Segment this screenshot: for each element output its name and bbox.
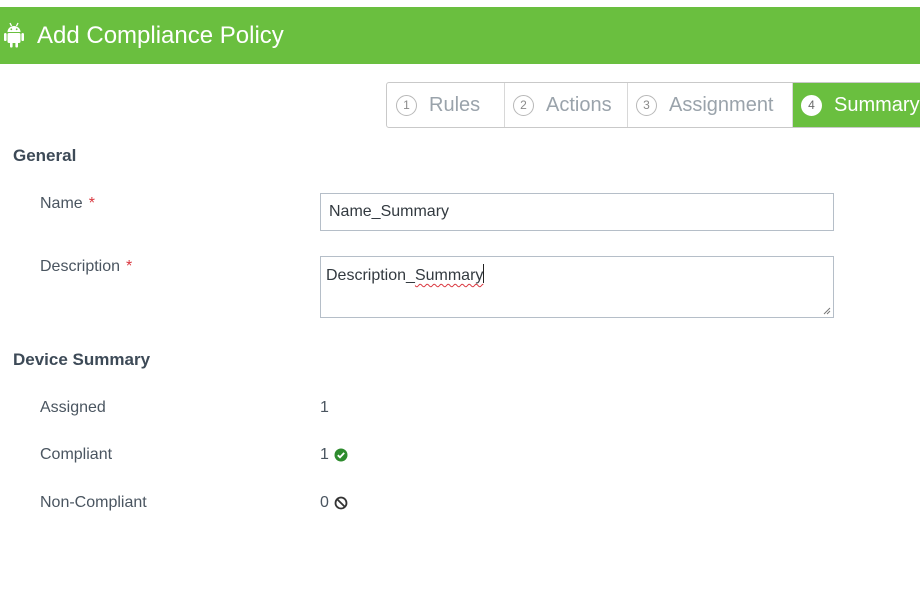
required-marker: *: [126, 258, 133, 275]
non-compliant-count: 0: [320, 494, 329, 511]
non-compliant-value: 0: [320, 494, 348, 512]
dialog-header: Add Compliance Policy: [0, 7, 920, 64]
step-label: Actions: [546, 93, 612, 116]
step-label: Summary: [834, 93, 920, 116]
name-field-value: Name_Summary: [329, 203, 450, 220]
step-number: 2: [513, 94, 534, 116]
compliant-count: 1: [320, 446, 329, 463]
non-compliant-label: Non-Compliant: [40, 494, 147, 511]
required-marker: *: [88, 195, 95, 212]
dialog-title: Add Compliance Policy: [37, 22, 284, 49]
misspelled-word: Summary: [414, 267, 484, 284]
step-label: Rules: [429, 93, 481, 116]
description-label: Description *: [40, 258, 132, 276]
step-summary[interactable]: 4 Summary: [793, 83, 920, 127]
description-label-text: Description: [40, 258, 121, 275]
prohibited-icon: [334, 496, 348, 510]
step-number: 3: [636, 94, 657, 116]
assigned-count: 1: [320, 399, 329, 416]
assigned-label: Assigned: [40, 399, 106, 416]
name-field[interactable]: Name_Summary: [320, 193, 834, 231]
assigned-value: 1: [320, 399, 329, 417]
name-label-text: Name: [40, 195, 83, 212]
description-field[interactable]: Description_Summary: [320, 256, 834, 318]
android-icon: [4, 22, 24, 48]
step-number: 4: [801, 94, 822, 116]
top-strip: [0, 0, 920, 7]
step-number: 1: [396, 94, 417, 116]
section-title-device-summary: Device Summary: [13, 350, 151, 369]
wizard-stepper: 1 Rules 2 Actions 3 Assignment 4 Summary: [386, 82, 920, 128]
check-circle-icon: [334, 448, 348, 462]
name-label: Name *: [40, 195, 95, 213]
step-label: Assignment: [669, 93, 774, 116]
compliant-value: 1: [320, 446, 348, 464]
step-rules[interactable]: 1 Rules: [387, 83, 505, 127]
resize-handle-icon[interactable]: [823, 307, 831, 315]
compliant-label: Compliant: [40, 446, 113, 463]
text-caret: [483, 264, 485, 283]
step-actions[interactable]: 2 Actions: [505, 83, 628, 127]
step-assignment[interactable]: 3 Assignment: [628, 83, 793, 127]
description-value-prefix: Description_: [326, 267, 415, 284]
section-title-general: General: [13, 146, 77, 165]
